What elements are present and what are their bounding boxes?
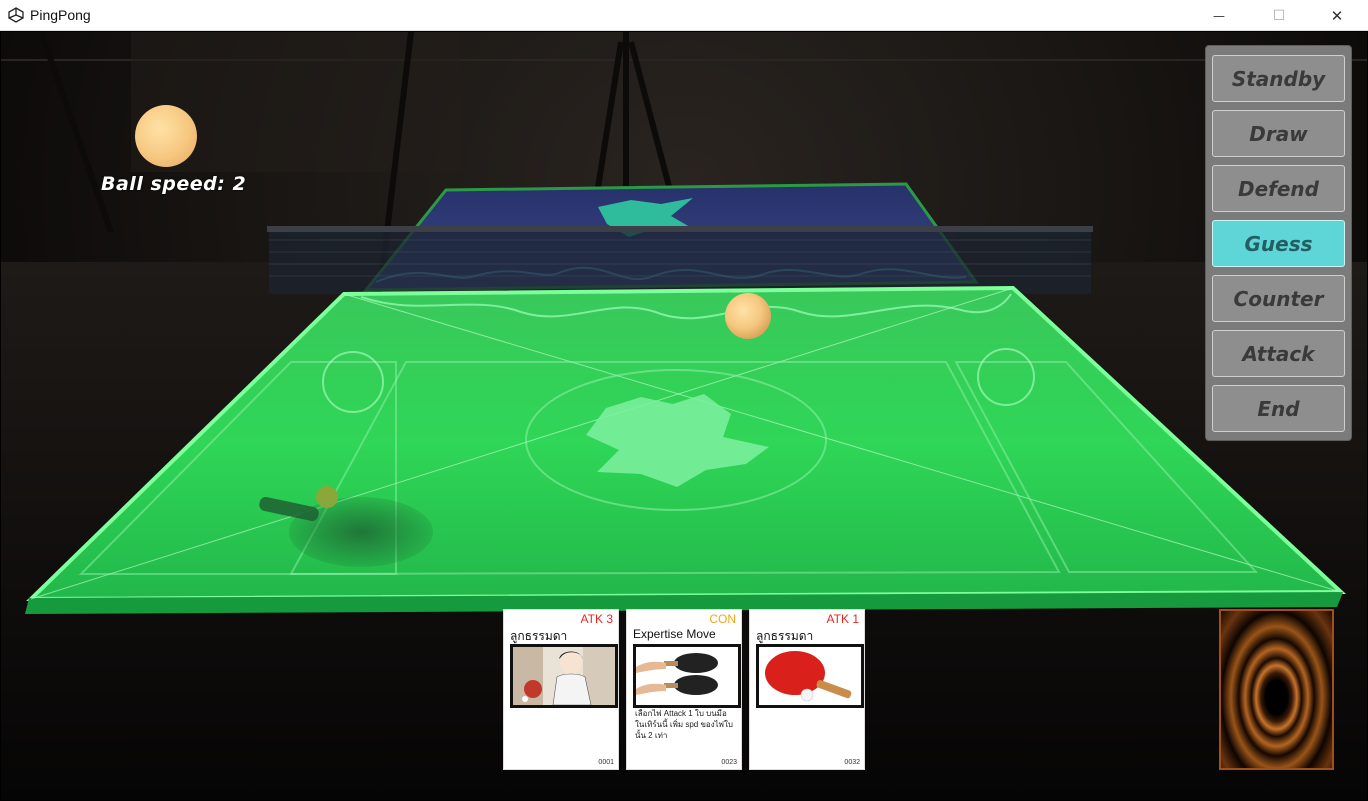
close-button[interactable]: ✕ [1314, 0, 1360, 31]
hand-card-2[interactable]: CON Expertise Move เลือกไพ่ Attack 1 ใบ … [626, 609, 742, 770]
deck-pile[interactable] [1219, 609, 1334, 770]
card-type-label: ATK 1 [826, 612, 859, 626]
card-number: 0032 [844, 759, 860, 766]
window-titlebar: PingPong — ☐ ✕ [0, 0, 1368, 31]
counter-button[interactable]: Counter [1212, 275, 1345, 322]
maximize-button[interactable]: ☐ [1256, 0, 1302, 31]
guess-button[interactable]: Guess [1212, 220, 1345, 267]
attack-button[interactable]: Attack [1212, 330, 1345, 377]
player-serving-art [510, 644, 618, 708]
end-button[interactable]: End [1212, 385, 1345, 432]
two-paddles-art [633, 644, 741, 708]
unity-logo-icon [8, 7, 24, 23]
maximize-icon: ☐ [1272, 7, 1286, 24]
draw-button[interactable]: Draw [1212, 110, 1345, 157]
game-scene: Ball speed: 2 Standby Draw Defend Guess … [1, 32, 1367, 800]
minimize-icon: — [1213, 8, 1225, 23]
close-icon: ✕ [1330, 6, 1344, 25]
hand-card-3[interactable]: ATK 1 ลูกธรรมดา 0032 [749, 609, 865, 770]
hand-card-1[interactable]: ATK 3 ลูกธรรมดา 0001 [503, 609, 619, 770]
card-number: 0023 [721, 759, 737, 766]
defend-button[interactable]: Defend [1212, 165, 1345, 212]
card-number: 0001 [598, 759, 614, 766]
card-type-label: ATK 3 [580, 612, 613, 626]
window-title: PingPong [30, 7, 91, 23]
ball-indicator-icon [135, 105, 197, 167]
standby-button[interactable]: Standby [1212, 55, 1345, 102]
ball-speed-label: Ball speed: 2 [101, 173, 247, 195]
minimize-button[interactable]: — [1196, 0, 1242, 31]
red-paddle-art [756, 644, 864, 708]
card-description: เลือกไพ่ Attack 1 ใบ บนมือในเทิร์นนี้ เพ… [635, 709, 733, 740]
card-name: Expertise Move [633, 627, 716, 641]
card-type-label: CON [709, 612, 736, 626]
